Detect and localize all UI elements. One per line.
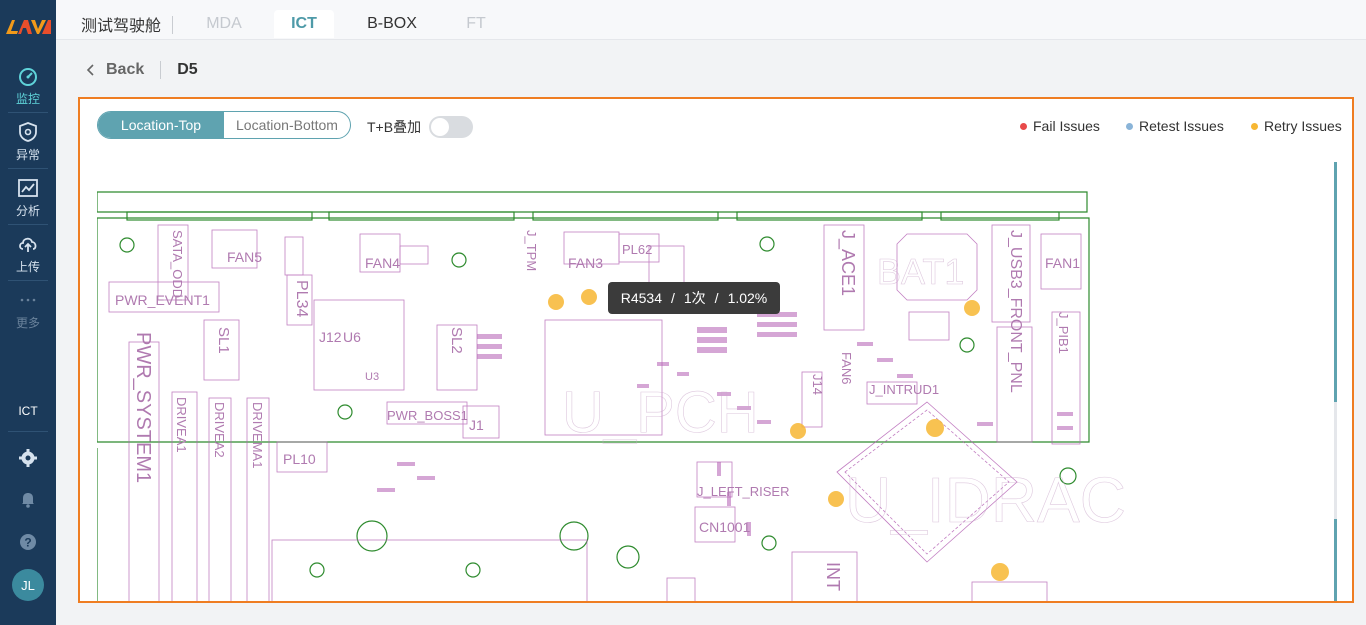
- location-top-button[interactable]: Location-Top: [98, 112, 224, 138]
- svg-text:BAT1: BAT1: [877, 251, 964, 292]
- nav-monitor-label: 监控: [15, 92, 40, 106]
- svg-text:U_IDRAC9_DRAM1: U_IDRAC9_DRAM1: [977, 601, 1121, 603]
- svg-text:U_IDRAC: U_IDRAC: [845, 464, 1126, 536]
- sidebar: 监控 异常 分析 上传 更多 ICT ? JL: [0, 0, 56, 625]
- svg-text:DRIVEMA1: DRIVEMA1: [250, 402, 265, 468]
- nav-analysis[interactable]: 分析: [0, 172, 56, 224]
- tooltip-rate: 1.02%: [727, 290, 768, 306]
- svg-text:DRIVEA1: DRIVEA1: [174, 397, 189, 453]
- page-title: D5: [177, 61, 198, 78]
- component-tooltip: R4534 / 1次 / 1.02%: [608, 282, 780, 314]
- retest-dot-icon: [1126, 122, 1133, 130]
- svg-text:PWR_BOSS1: PWR_BOSS1: [387, 408, 468, 423]
- retry-marker[interactable]: [964, 300, 980, 316]
- svg-text:FAN1: FAN1: [1045, 255, 1080, 271]
- breadcrumb: Back D5: [84, 58, 198, 82]
- more-icon: [20, 298, 36, 302]
- tab-bbox[interactable]: B-BOX: [356, 10, 428, 38]
- svg-text:DRIVEA2: DRIVEA2: [212, 402, 227, 458]
- fail-dot-icon: [1020, 122, 1027, 130]
- retry-marker[interactable]: [828, 491, 844, 507]
- svg-text:U_PCH: U_PCH: [562, 380, 759, 445]
- gear-icon[interactable]: [18, 448, 38, 468]
- overlay-control: T+B叠加: [367, 116, 474, 138]
- legend-fail-label: Fail Issues: [1033, 118, 1100, 134]
- svg-text:PL62: PL62: [622, 242, 652, 257]
- svg-text:J_INTRUD1: J_INTRUD1: [869, 382, 939, 397]
- legend-retest: Retest Issues: [1126, 118, 1224, 134]
- retry-marker[interactable]: [548, 294, 564, 310]
- app-title: 测试驾驶舱: [80, 18, 161, 35]
- legend-fail: Fail Issues: [1020, 118, 1100, 134]
- tooltip-count: 1次: [683, 290, 706, 306]
- board-panel: Location-Top Location-Bottom T+B叠加 Fail …: [78, 97, 1354, 603]
- legend-retry: Retry Issues: [1251, 118, 1342, 134]
- retry-dot-icon: [1251, 122, 1258, 130]
- svg-text:FAN6: FAN6: [839, 352, 854, 385]
- svg-text:FAN5: FAN5: [227, 249, 262, 265]
- nav-monitor[interactable]: 监控: [0, 60, 56, 112]
- svg-text:FAN4: FAN4: [365, 255, 400, 271]
- location-bottom-button[interactable]: Location-Bottom: [224, 112, 350, 138]
- dashboard-icon: [19, 68, 37, 86]
- upload-icon: [19, 237, 37, 252]
- nav-more[interactable]: 更多: [0, 284, 56, 336]
- bell-icon[interactable]: [18, 489, 38, 509]
- avatar[interactable]: JL: [12, 569, 44, 601]
- svg-text:PWR_EVENT1: PWR_EVENT1: [115, 292, 210, 308]
- nav-upload-label: 上传: [15, 260, 40, 274]
- svg-text:CN1001: CN1001: [699, 519, 751, 535]
- svg-text:J1: J1: [469, 417, 484, 433]
- lava-logo[interactable]: [4, 14, 52, 38]
- vertical-scrollbar-thumb[interactable]: [1334, 162, 1337, 402]
- shield-icon: [19, 122, 37, 142]
- pcb-board-view[interactable]: U_PCH U_IDRAC BAT1 FAN5 FAN4 FAN3 FAN1 P…: [97, 162, 1337, 603]
- nav-exceptions-label: 异常: [15, 148, 40, 162]
- legend-retry-label: Retry Issues: [1264, 118, 1342, 134]
- vertical-scrollbar-thumb-lower[interactable]: [1334, 519, 1337, 601]
- svg-text:PL10: PL10: [283, 451, 316, 467]
- svg-text:PWR_SYSTEM1: PWR_SYSTEM1: [132, 332, 154, 483]
- svg-text:INT: INT: [823, 562, 843, 591]
- location-toggle: Location-Top Location-Bottom: [97, 111, 351, 139]
- tab-ict[interactable]: ICT: [274, 10, 334, 38]
- back-link[interactable]: Back: [106, 61, 144, 79]
- chart-icon: [18, 179, 38, 197]
- svg-text:U3: U3: [365, 371, 379, 383]
- nav-upload[interactable]: 上传: [0, 228, 56, 280]
- svg-text:J_TPM: J_TPM: [524, 230, 539, 271]
- nav-analysis-label: 分析: [15, 204, 40, 218]
- svg-text:FAN3: FAN3: [568, 255, 603, 271]
- vertical-scrollbar-track[interactable]: [1334, 402, 1337, 519]
- svg-text:J_PIB1: J_PIB1: [1056, 312, 1071, 354]
- overlay-switch[interactable]: [429, 116, 474, 138]
- svg-text:PL34: PL34: [293, 280, 310, 317]
- svg-text:SL2: SL2: [448, 327, 465, 354]
- svg-text:SATA_ODD: SATA_ODD: [170, 230, 185, 298]
- svg-text:J14: J14: [810, 374, 825, 395]
- module-label: ICT: [18, 404, 38, 418]
- svg-text:?: ?: [24, 536, 31, 550]
- help-icon[interactable]: ?: [18, 532, 38, 552]
- retry-marker[interactable]: [790, 423, 806, 439]
- svg-text:J_LEFT_RISER: J_LEFT_RISER: [697, 484, 789, 499]
- overlay-label: T+B叠加: [367, 119, 422, 135]
- tab-ft[interactable]: FT: [448, 10, 504, 38]
- chevron-left-icon[interactable]: [84, 63, 98, 77]
- retry-marker[interactable]: [991, 563, 1009, 581]
- svg-text:J_USB3_FRONT_PNL: J_USB3_FRONT_PNL: [1007, 230, 1024, 393]
- svg-text:J_ACE1: J_ACE1: [837, 230, 858, 296]
- retry-marker[interactable]: [581, 289, 597, 305]
- svg-text:SL1: SL1: [215, 327, 232, 354]
- svg-text:U6: U6: [343, 329, 361, 345]
- retry-marker[interactable]: [926, 419, 944, 437]
- nav-more-label: 更多: [15, 316, 40, 330]
- tooltip-ref: R4534: [620, 290, 662, 306]
- svg-text:J12: J12: [319, 329, 342, 345]
- legend-retest-label: Retest Issues: [1139, 118, 1224, 134]
- nav-exceptions[interactable]: 异常: [0, 116, 56, 168]
- tab-mda[interactable]: MDA: [194, 10, 254, 38]
- top-bar: 测试驾驶舱 MDA ICT B-BOX FT: [56, 0, 1366, 40]
